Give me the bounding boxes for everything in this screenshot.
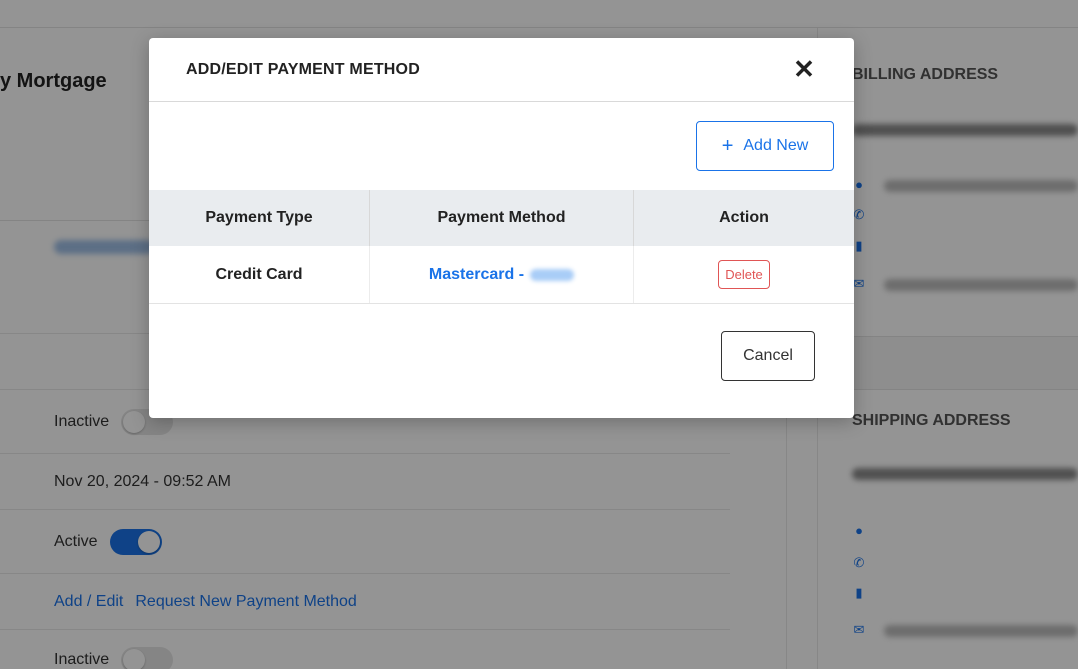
modal-header: ADD/EDIT PAYMENT METHOD ✕ bbox=[149, 38, 854, 102]
table-header: Payment Type Payment Method Action bbox=[149, 190, 854, 246]
close-icon[interactable]: ✕ bbox=[789, 54, 819, 84]
header-payment-method: Payment Method bbox=[369, 190, 633, 246]
add-new-label: Add New bbox=[743, 137, 809, 154]
cancel-button[interactable]: Cancel bbox=[721, 331, 815, 381]
delete-button[interactable]: Delete bbox=[718, 260, 770, 289]
payment-method-modal: ADD/EDIT PAYMENT METHOD ✕ + Add New Paym… bbox=[149, 38, 854, 418]
add-new-button[interactable]: + Add New bbox=[696, 121, 834, 171]
masked-card-number bbox=[530, 268, 575, 281]
table-row: Credit Card Mastercard - Delete bbox=[149, 246, 854, 304]
header-action: Action bbox=[633, 190, 854, 246]
header-payment-type: Payment Type bbox=[205, 209, 313, 226]
payment-type-cell: Credit Card bbox=[215, 265, 303, 283]
action-cell: Delete bbox=[633, 246, 854, 303]
payment-method-link[interactable]: Mastercard - bbox=[428, 265, 575, 284]
payment-method-label: Mastercard - bbox=[428, 265, 525, 283]
plus-icon: + bbox=[721, 135, 734, 157]
payment-method-cell: Mastercard - bbox=[369, 246, 633, 303]
modal-title: ADD/EDIT PAYMENT METHOD bbox=[186, 61, 420, 78]
payment-methods-table: Payment Type Payment Method Action Credi… bbox=[149, 190, 854, 304]
